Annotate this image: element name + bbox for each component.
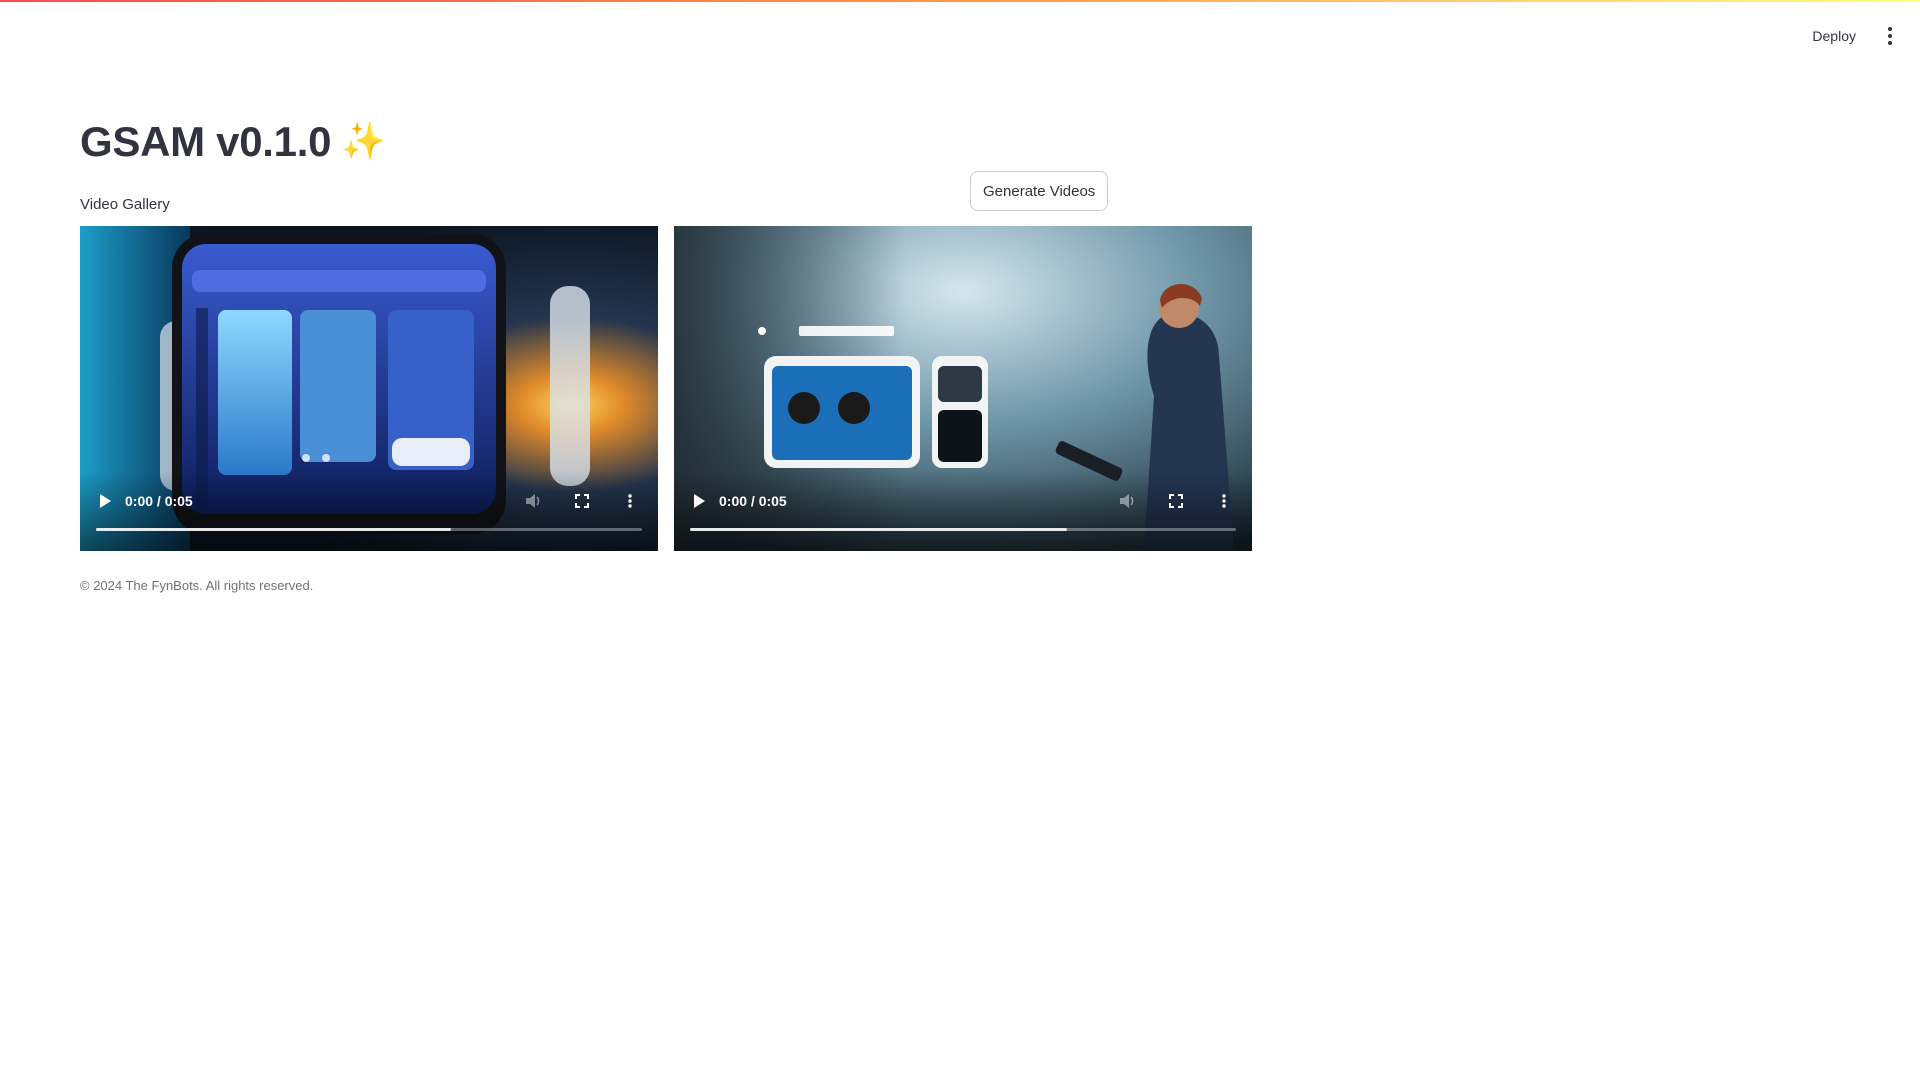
video-time: 0:00 / 0:05 (719, 493, 787, 509)
volume-icon[interactable] (522, 489, 546, 513)
video-buffered-fill (690, 528, 1067, 531)
video-controls: 0:00 / 0:05 (80, 471, 658, 551)
video-player[interactable]: 0:00 / 0:05 (674, 226, 1252, 551)
video-gallery: 0:00 / 0:05 0:00 / 0:05 (80, 226, 1252, 551)
sparkles-icon: ✨ (341, 121, 386, 162)
page-title: GSAM v0.1.0 ✨ (80, 112, 1260, 172)
video-progress-bar[interactable] (96, 528, 642, 531)
header-decoration-stripe (0, 0, 1920, 2)
page-title-text: GSAM v0.1.0 (80, 118, 332, 165)
volume-icon[interactable] (1116, 489, 1140, 513)
kebab-menu-icon[interactable] (1880, 24, 1900, 48)
generate-videos-button[interactable]: Generate Videos (970, 171, 1109, 211)
video-controls: 0:00 / 0:05 (674, 471, 1252, 551)
video-controls-row: 0:00 / 0:05 (690, 489, 1236, 513)
main-content: GSAM v0.1.0 ✨ Video Gallery Generate Vid… (80, 112, 1260, 593)
more-options-icon[interactable] (618, 489, 642, 513)
play-icon[interactable] (100, 494, 111, 508)
fullscreen-icon[interactable] (1164, 489, 1188, 513)
video-progress-bar[interactable] (690, 528, 1236, 531)
video-player[interactable]: 0:00 / 0:05 (80, 226, 658, 551)
video-controls-row: 0:00 / 0:05 (96, 489, 642, 513)
play-icon[interactable] (694, 494, 705, 508)
deploy-button[interactable]: Deploy (1802, 22, 1866, 50)
footer-copyright: © 2024 The FynBots. All rights reserved. (80, 578, 314, 593)
fullscreen-icon[interactable] (570, 489, 594, 513)
more-options-icon[interactable] (1212, 489, 1236, 513)
app-toolbar: Deploy (1802, 0, 1920, 72)
video-time: 0:00 / 0:05 (125, 493, 193, 509)
video-buffered-fill (96, 528, 451, 531)
